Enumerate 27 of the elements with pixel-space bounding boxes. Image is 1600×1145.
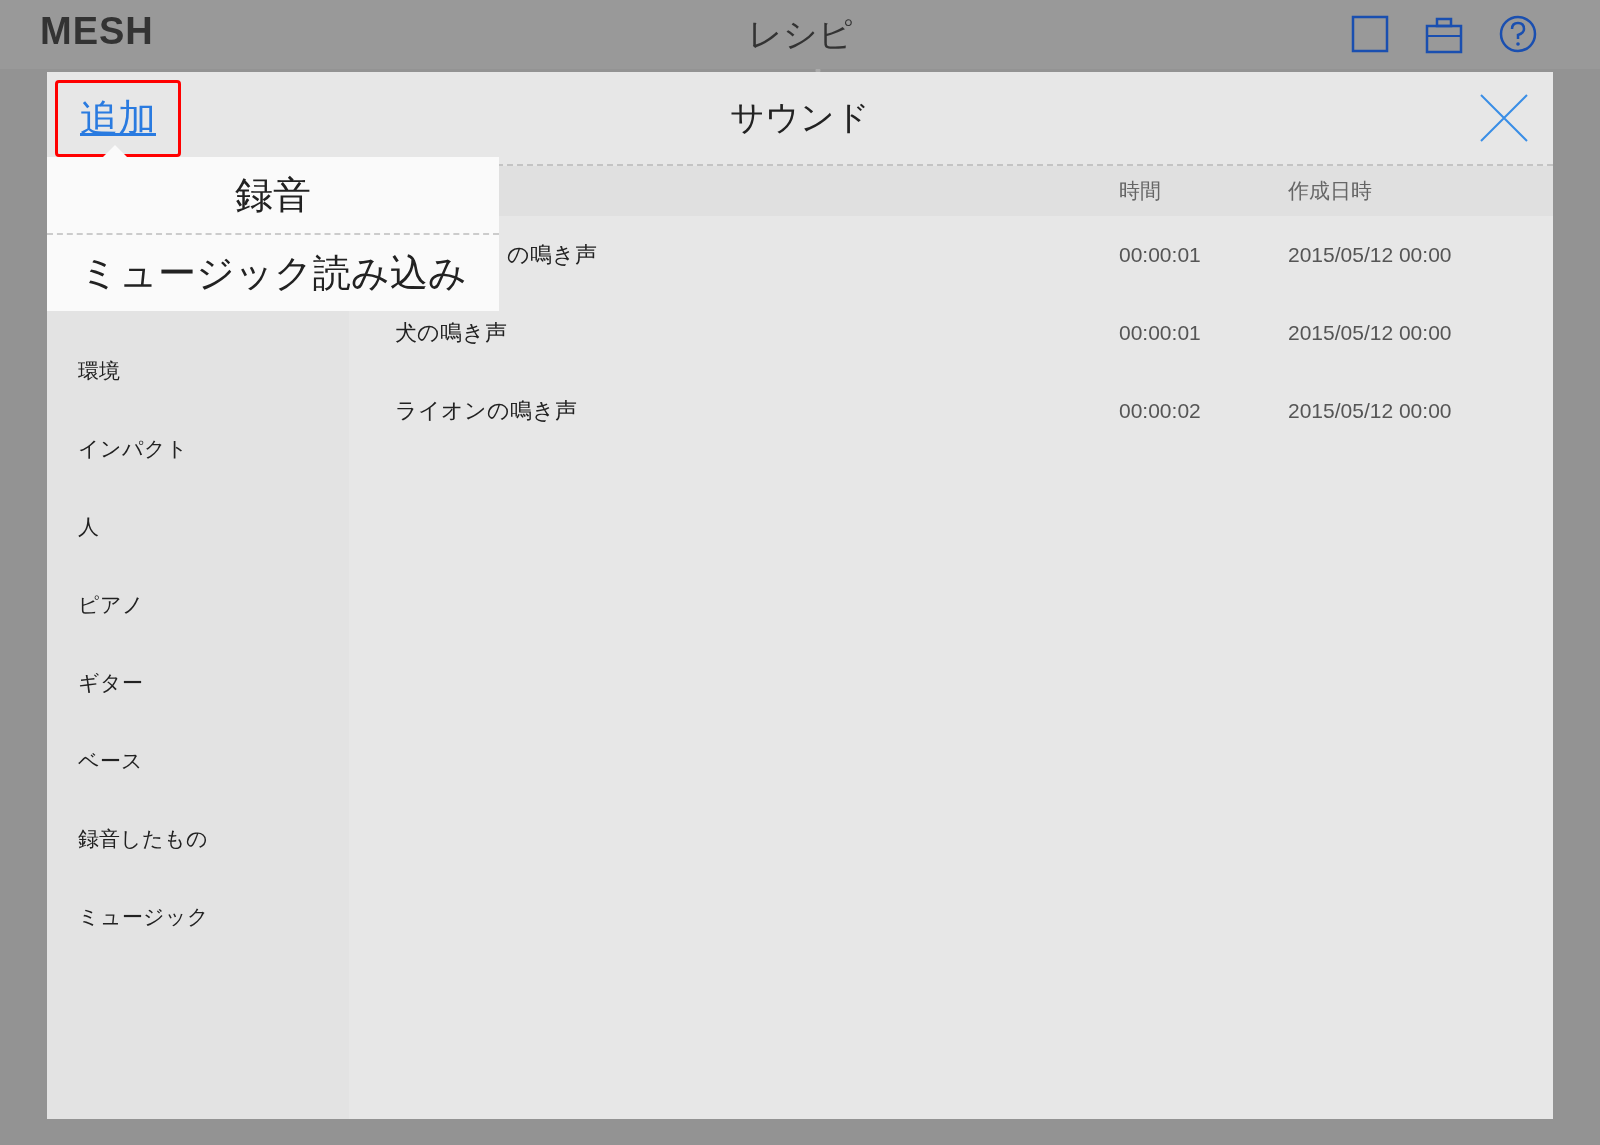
duration: 00:00:01: [1119, 243, 1201, 266]
created-date: 2015/05/12 00:00: [1288, 321, 1452, 344]
sound-name[interactable]: 犬の鳴き声: [395, 320, 507, 345]
square-icon[interactable]: [1350, 14, 1390, 54]
close-icon[interactable]: [1479, 93, 1529, 143]
sound-name[interactable]: ライオンの鳴き声: [395, 398, 577, 423]
column-header: 時間: [1119, 178, 1162, 204]
duration: 00:00:01: [1119, 321, 1201, 344]
column-header: 作成日時: [1288, 178, 1373, 204]
category-item[interactable]: ベース: [47, 722, 349, 800]
category-item[interactable]: インパクト: [47, 410, 349, 488]
help-icon[interactable]: [1498, 14, 1538, 54]
category-item[interactable]: ミュージック: [47, 878, 349, 956]
category-item[interactable]: ギター: [47, 644, 349, 722]
duration: 00:00:02: [1119, 399, 1201, 422]
created-date: 2015/05/12 00:00: [1288, 399, 1452, 422]
category-item[interactable]: 人: [47, 488, 349, 566]
category-item[interactable]: ピアノ: [47, 566, 349, 644]
logo: MESH: [40, 10, 154, 53]
menu-item[interactable]: ミュージック読み込み: [47, 233, 499, 311]
menu-item[interactable]: 録音: [47, 157, 499, 233]
sound-name[interactable]: の鳴き声: [507, 242, 597, 267]
category-item[interactable]: 録音したもの: [47, 800, 349, 878]
category-item[interactable]: 環境: [47, 332, 349, 410]
dialog-title: サウンド: [730, 97, 870, 138]
created-date: 2015/05/12 00:00: [1288, 243, 1452, 266]
app-title: レシピ: [747, 14, 853, 55]
